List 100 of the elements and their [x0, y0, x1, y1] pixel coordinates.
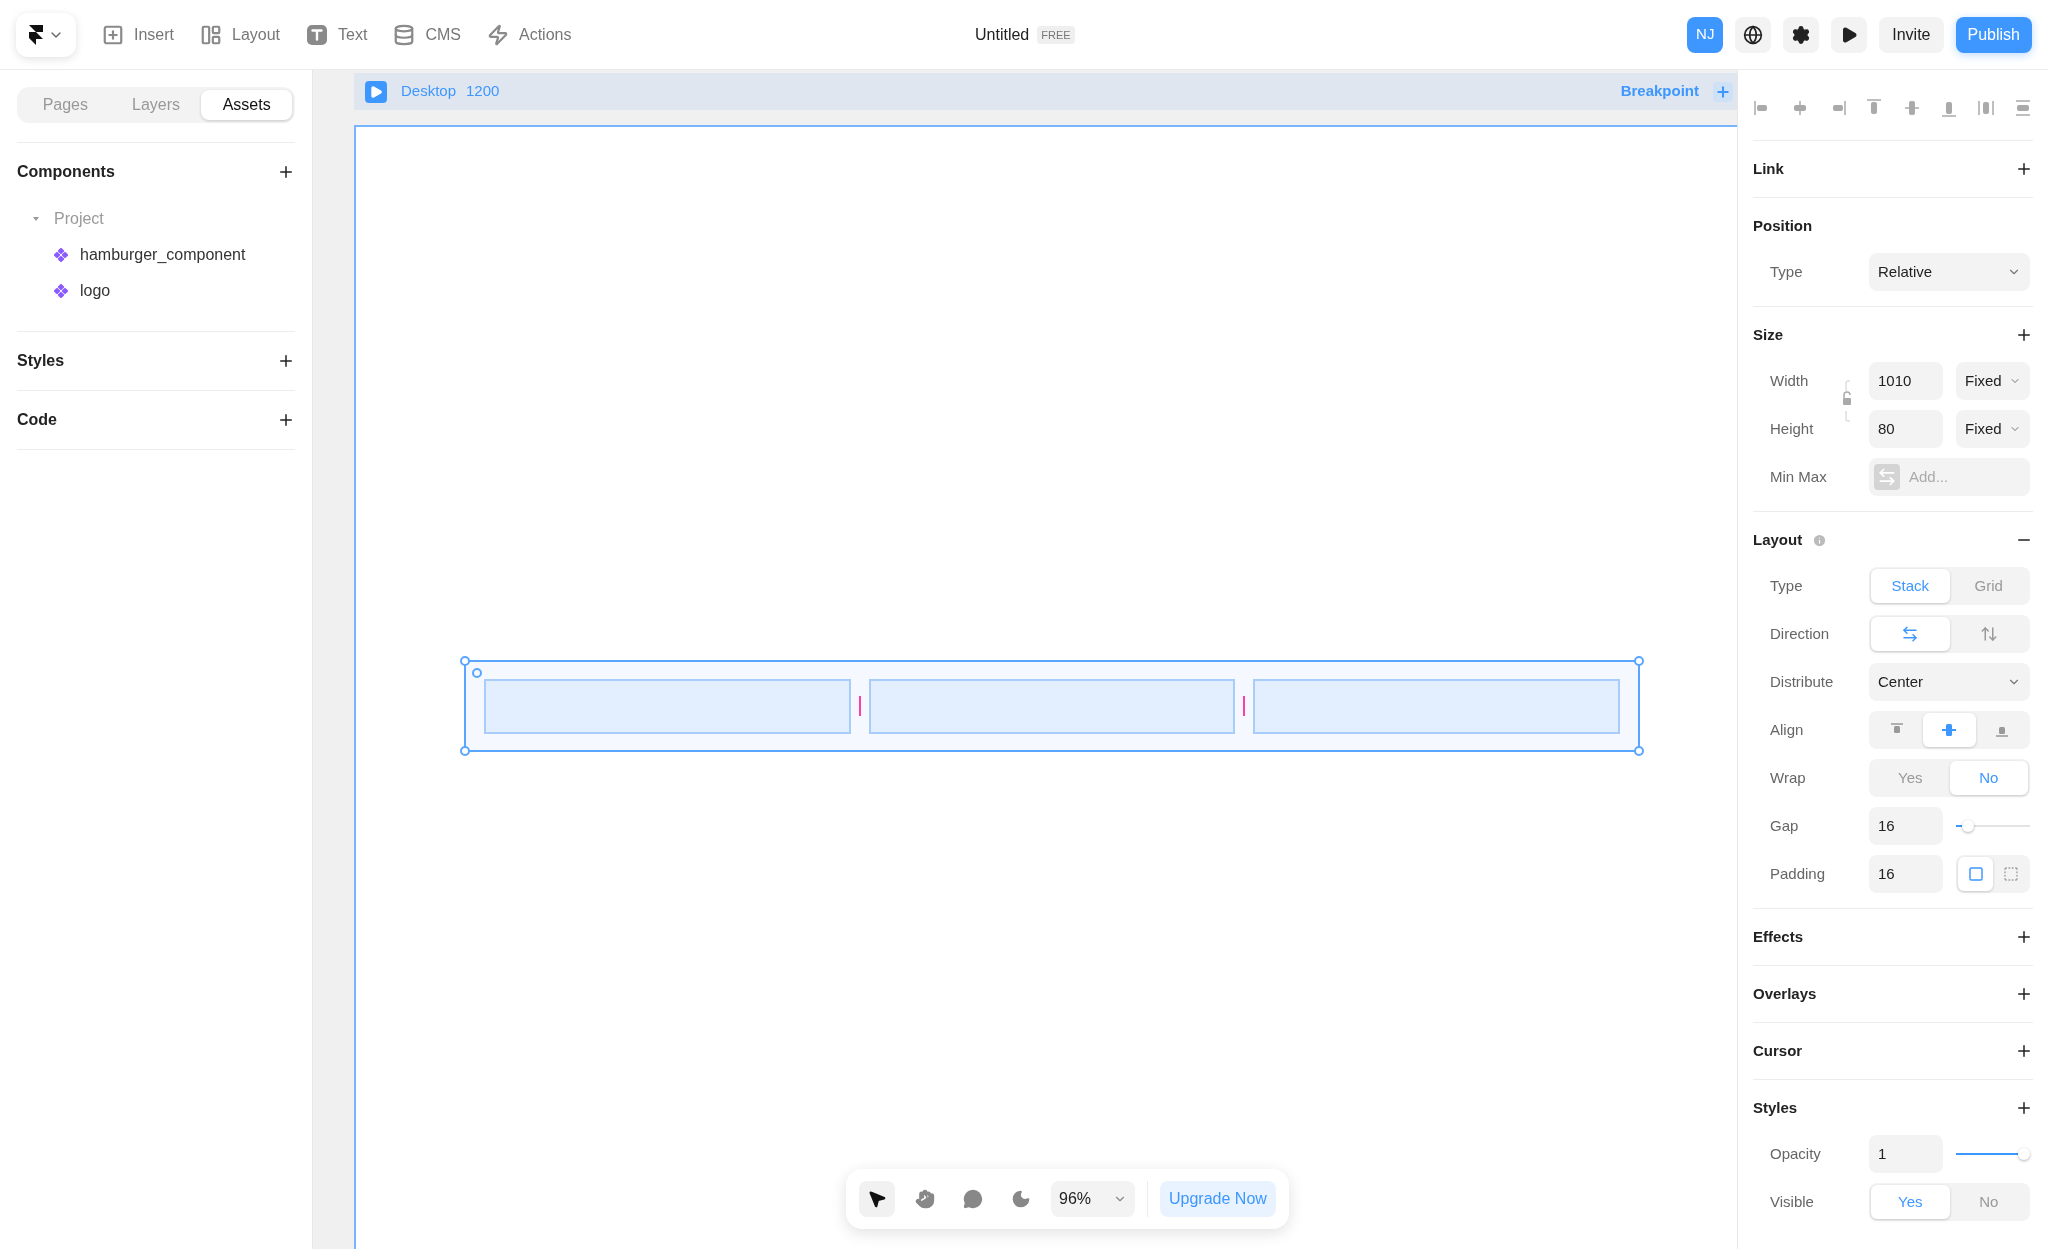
globe-button[interactable] [1735, 16, 1772, 53]
vertical-arrows-icon [1979, 625, 1998, 643]
property-label: Distribute [1770, 671, 1835, 692]
tree-item[interactable]: Project [54, 207, 104, 231]
resize-handle[interactable] [460, 746, 470, 756]
number-field[interactable]: 1010 [1869, 362, 1943, 400]
panel-tab[interactable]: Assets [201, 90, 292, 120]
logo-menu-button[interactable] [16, 12, 76, 57]
publish-button[interactable]: Publish [1955, 16, 2032, 53]
section-title: Size [1753, 324, 1783, 345]
section-title: Cursor [1753, 1040, 1803, 1061]
tool-button[interactable] [859, 1181, 895, 1217]
section-title: Styles [17, 351, 65, 371]
invite-button[interactable]: Invite [1879, 16, 1944, 53]
option-button[interactable] [1871, 617, 1950, 651]
slider-thumb[interactable] [1962, 820, 1975, 832]
zoom-dropdown[interactable]: 96% [1051, 1181, 1135, 1217]
property-label: Direction [1770, 623, 1831, 644]
moon-icon [1011, 1189, 1031, 1209]
settings-icon [1791, 24, 1812, 45]
menu-item[interactable]: Insert [102, 22, 174, 47]
property-label: Align [1770, 719, 1805, 740]
menu-item[interactable]: Actions [486, 22, 572, 47]
number-field[interactable]: 16 [1869, 807, 1943, 845]
unit-dropdown[interactable]: Fixed [1956, 410, 2030, 448]
add-icon[interactable] [2015, 928, 2033, 946]
component-icon [54, 248, 68, 262]
pointer-icon [867, 1189, 887, 1209]
property-label: Width [1770, 370, 1810, 391]
plus-square-icon [102, 23, 124, 46]
resize-handle[interactable] [1634, 656, 1644, 666]
property-label: Gap [1770, 815, 1800, 836]
globe-icon [1743, 24, 1764, 45]
select-dropdown[interactable]: Center [1869, 663, 2030, 701]
gap-indicator [858, 696, 861, 716]
add-icon[interactable] [2015, 326, 2033, 344]
add-breakpoint-icon[interactable] [1713, 81, 1733, 102]
preview-button[interactable] [1831, 16, 1868, 53]
option-toggle[interactable]: Yes [1871, 761, 1950, 795]
resize-handle[interactable] [460, 656, 470, 666]
add-icon[interactable] [2015, 1099, 2033, 1117]
database-icon [393, 23, 416, 46]
add-icon[interactable] [277, 352, 295, 370]
property-label: Wrap [1770, 767, 1807, 788]
play-icon[interactable] [365, 80, 387, 103]
user-avatar[interactable]: NJ [1687, 16, 1724, 53]
distribute-horizontal-icon[interactable] [1975, 98, 1996, 118]
play-icon [1840, 25, 1859, 44]
add-icon[interactable] [2015, 985, 2033, 1003]
panel-tab[interactable]: Pages [20, 90, 111, 120]
property-label: Opacity [1770, 1143, 1822, 1164]
settings-button[interactable] [1783, 16, 1820, 53]
menu-item[interactable]: Layout [200, 22, 281, 47]
hand-icon [915, 1189, 935, 1209]
option-toggle[interactable]: Stack [1871, 569, 1950, 603]
target-icon[interactable] [472, 668, 482, 678]
section-title: Effects [1753, 926, 1804, 947]
breakpoint-name[interactable]: Desktop [401, 80, 457, 103]
property-label: Height [1770, 418, 1815, 439]
slider-thumb[interactable] [2018, 1148, 2030, 1160]
square-icon [1967, 866, 1984, 882]
option-toggle[interactable]: Grid [1949, 569, 2028, 603]
section-title: Link [1753, 158, 1784, 179]
number-field[interactable]: 80 [1869, 410, 1943, 448]
select-dropdown[interactable]: Relative [1869, 253, 2030, 291]
horizontal-arrows-icon [1901, 625, 1920, 643]
unit-dropdown[interactable]: Fixed [1956, 362, 2030, 400]
component-icon [54, 284, 68, 298]
resize-handle[interactable] [1634, 746, 1644, 756]
layout-icon [200, 23, 222, 46]
disclosure-icon[interactable] [32, 215, 40, 223]
component-item[interactable]: hamburger_component [80, 243, 246, 267]
option-toggle[interactable]: No [1949, 761, 2028, 795]
upgrade-button[interactable]: Upgrade Now [1160, 1181, 1276, 1217]
panel-tab[interactable]: Layers [110, 90, 202, 120]
slider[interactable] [1956, 1148, 2030, 1160]
menu-item[interactable]: CMS [393, 22, 461, 47]
section-title: Overlays [1753, 983, 1817, 1004]
property-label: Min Max [1770, 466, 1828, 487]
section-title: Components [17, 162, 115, 182]
option-toggle[interactable]: No [1949, 1185, 2028, 1219]
property-label: Padding [1770, 863, 1827, 884]
section-title: Position [1753, 215, 1813, 236]
number-field[interactable]: 16 [1869, 855, 1943, 893]
menu-item[interactable]: Text [306, 22, 368, 47]
aspect-link-icon[interactable] [1841, 379, 1853, 423]
option-toggle[interactable]: Yes [1871, 1185, 1950, 1219]
component-item[interactable]: logo [80, 279, 111, 303]
slider[interactable] [1956, 820, 2030, 832]
add-icon[interactable] [277, 163, 295, 181]
option-button[interactable] [1923, 713, 1976, 747]
add-icon[interactable] [277, 411, 295, 429]
distribute-vertical-icon[interactable] [2013, 98, 2033, 118]
add-icon[interactable] [2015, 1042, 2033, 1060]
breakpoint-link[interactable]: Breakpoint [1620, 80, 1699, 103]
number-field[interactable]: 1 [1869, 1135, 1943, 1173]
option-button[interactable] [1958, 857, 1993, 891]
property-label: Visible [1770, 1191, 1815, 1212]
dashed-square-icon [2002, 866, 2019, 882]
add-icon[interactable] [2015, 160, 2033, 178]
